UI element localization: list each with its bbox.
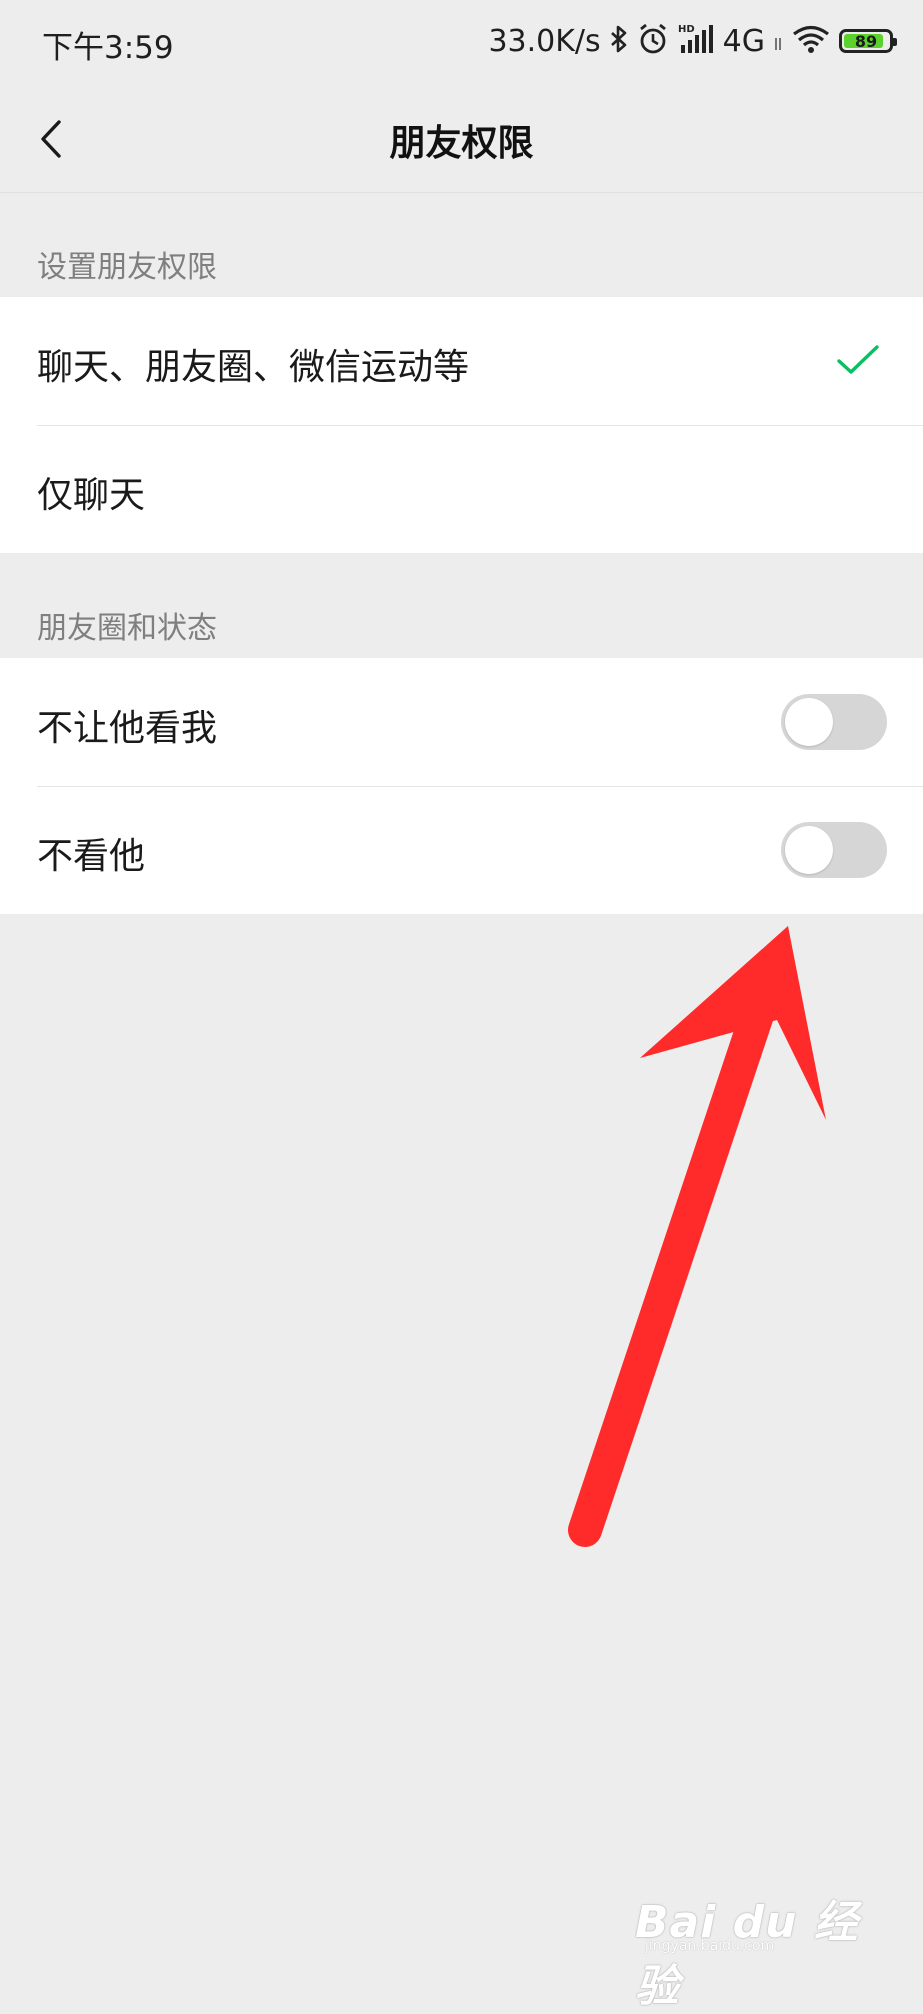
watermark-url: jingyan.baidu.com xyxy=(645,1938,775,1954)
option-label: 仅聊天 xyxy=(37,475,146,516)
toggle-knob xyxy=(785,826,833,874)
page-title: 朋友权限 xyxy=(389,123,534,164)
checkmark-icon xyxy=(837,345,879,374)
battery-level: 89 xyxy=(854,31,878,51)
option-label: 聊天、朋友圈、微信运动等 xyxy=(37,347,470,388)
option-label: 不看他 xyxy=(37,836,146,877)
section-label-permissions: 设置朋友权限 xyxy=(37,250,217,285)
row-hide-their-moments: 不看他 xyxy=(0,786,923,914)
moments-options-group: 不让他看我 不看他 xyxy=(0,658,923,914)
status-icons: 33.0K/s HD 4G 89 xyxy=(488,20,897,62)
toggle-knob xyxy=(785,698,833,746)
row-hide-my-moments: 不让他看我 xyxy=(0,658,923,786)
network-type: 4G xyxy=(722,23,765,59)
option-chat-only[interactable]: 仅聊天 xyxy=(0,425,923,553)
nav-bar: 朋友权限 xyxy=(0,86,923,193)
bluetooth-icon xyxy=(609,24,629,58)
hd-label: HD xyxy=(678,24,695,35)
section-label-moments-status: 朋友圈和状态 xyxy=(37,611,217,646)
status-time: 下午3:59 xyxy=(42,30,174,66)
battery-icon: 89 xyxy=(839,29,897,53)
alarm-icon xyxy=(637,23,669,59)
option-label: 不让他看我 xyxy=(37,708,218,749)
option-chat-moments-sports[interactable]: 聊天、朋友圈、微信运动等 xyxy=(0,297,923,425)
status-bar: 下午3:59 33.0K/s HD 4G 89 xyxy=(0,0,923,86)
toggle-hide-my-moments[interactable] xyxy=(781,694,887,750)
wifi-icon xyxy=(791,24,831,58)
permission-options-group: 聊天、朋友圈、微信运动等 仅聊天 xyxy=(0,297,923,553)
data-arrows-icon xyxy=(773,24,783,58)
network-speed: 33.0K/s xyxy=(488,23,601,59)
toggle-hide-their-moments[interactable] xyxy=(781,822,887,878)
baidu-jingyan-watermark: Bai du 经验 jingyan.baidu.com xyxy=(635,1882,875,2012)
signal-icon: HD xyxy=(677,23,715,59)
